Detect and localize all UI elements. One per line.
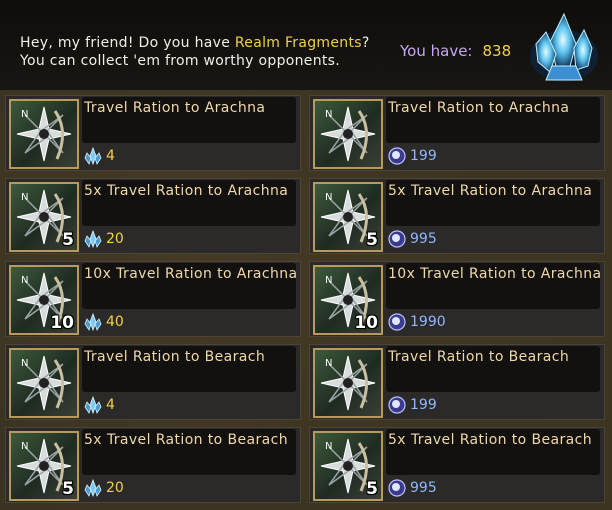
price-value: 199 [410, 397, 437, 413]
quantity-badge: 5 [366, 479, 378, 499]
shop-item[interactable]: N 10 10x Travel Ration to Arachna 40 [5, 261, 301, 337]
svg-text:N: N [21, 192, 28, 203]
svg-text:N: N [21, 109, 28, 120]
item-name: 5x Travel Ration to Arachna [388, 183, 593, 199]
price-value: 4 [106, 148, 115, 164]
merchant-message: Hey, my friend! Do you have Realm Fragme… [20, 34, 370, 70]
item-price: 199 [388, 395, 437, 415]
message-line2: You can collect 'em from worthy opponent… [20, 53, 341, 69]
item-name: 10x Travel Ration to Arachna [388, 266, 602, 282]
gem-icon [388, 230, 406, 248]
item-price: 199 [388, 146, 437, 166]
shop-item[interactable]: N 10 10x Travel Ration to Arachna 1990 [309, 261, 605, 337]
realm-fragment-icon [84, 147, 102, 165]
shop-header: Hey, my friend! Do you have Realm Fragme… [0, 0, 612, 91]
travel-ration-icon: N [9, 348, 79, 418]
realm-fragment-crystal-icon [530, 12, 598, 82]
travel-ration-icon: N [313, 99, 383, 169]
item-name: 5x Travel Ration to Arachna [84, 183, 289, 199]
item-price: 20 [84, 478, 124, 498]
svg-text:N: N [325, 358, 332, 369]
svg-text:N: N [21, 441, 28, 452]
shop-item[interactable]: N 5 5x Travel Ration to Bearach 20 [5, 427, 301, 503]
item-price: 995 [388, 478, 437, 498]
shop-item[interactable]: N 5 5x Travel Ration to Bearach 995 [309, 427, 605, 503]
realm-fragment-icon [84, 313, 102, 331]
quantity-badge: 10 [354, 313, 378, 333]
item-name: Travel Ration to Bearach [388, 349, 570, 365]
realm-fragment-icon [84, 479, 102, 497]
balance-label: You have: [400, 42, 473, 60]
item-price: 40 [84, 312, 124, 332]
item-price: 4 [84, 395, 115, 415]
price-value: 20 [106, 231, 124, 247]
item-name: Travel Ration to Bearach [84, 349, 266, 365]
item-name: 10x Travel Ration to Arachna [84, 266, 298, 282]
item-price: 1990 [388, 312, 446, 332]
shop-item[interactable]: N Travel Ration to Arachna 4 [5, 95, 301, 171]
quantity-badge: 5 [62, 230, 74, 250]
travel-ration-icon: N 10 [313, 265, 383, 335]
realm-fragment-icon [84, 230, 102, 248]
shop-item[interactable]: N Travel Ration to Bearach 199 [309, 344, 605, 420]
quantity-badge: 10 [50, 313, 74, 333]
travel-ration-icon: N [313, 348, 383, 418]
item-name: 5x Travel Ration to Bearach [388, 432, 592, 448]
price-value: 199 [410, 148, 437, 164]
balance-display: You have: 838 [400, 42, 511, 60]
price-value: 1990 [410, 314, 446, 330]
svg-text:N: N [21, 275, 28, 286]
item-name: 5x Travel Ration to Bearach [84, 432, 288, 448]
gem-icon [388, 313, 406, 331]
price-value: 40 [106, 314, 124, 330]
item-price: 4 [84, 146, 115, 166]
balance-value: 838 [482, 42, 512, 60]
realm-fragment-icon [84, 396, 102, 414]
gem-icon [388, 396, 406, 414]
shop-item[interactable]: N Travel Ration to Arachna 199 [309, 95, 605, 171]
item-price: 20 [84, 229, 124, 249]
message-highlight: Realm Fragments [234, 35, 362, 51]
item-name: Travel Ration to Arachna [84, 100, 266, 116]
travel-ration-icon: N 5 [9, 182, 79, 252]
svg-text:N: N [325, 441, 332, 452]
message-suffix: ? [361, 35, 370, 51]
quantity-badge: 5 [62, 479, 74, 499]
travel-ration-icon: N 5 [313, 182, 383, 252]
gem-icon [388, 479, 406, 497]
svg-text:N: N [21, 358, 28, 369]
price-value: 20 [106, 480, 124, 496]
message-prefix: Hey, my friend! Do you have [20, 35, 235, 51]
gem-icon [388, 147, 406, 165]
shop-item[interactable]: N 5 5x Travel Ration to Arachna 995 [309, 178, 605, 254]
price-value: 995 [410, 480, 437, 496]
svg-text:N: N [325, 109, 332, 120]
quantity-badge: 5 [366, 230, 378, 250]
item-name: Travel Ration to Arachna [388, 100, 570, 116]
travel-ration-icon: N [9, 99, 79, 169]
shop-item[interactable]: N Travel Ration to Bearach 4 [5, 344, 301, 420]
item-price: 995 [388, 229, 437, 249]
travel-ration-icon: N 5 [313, 431, 383, 501]
svg-text:N: N [325, 192, 332, 203]
shop-item[interactable]: N 5 5x Travel Ration to Arachna 20 [5, 178, 301, 254]
svg-text:N: N [325, 275, 332, 286]
travel-ration-icon: N 5 [9, 431, 79, 501]
price-value: 995 [410, 231, 437, 247]
price-value: 4 [106, 397, 115, 413]
travel-ration-icon: N 10 [9, 265, 79, 335]
